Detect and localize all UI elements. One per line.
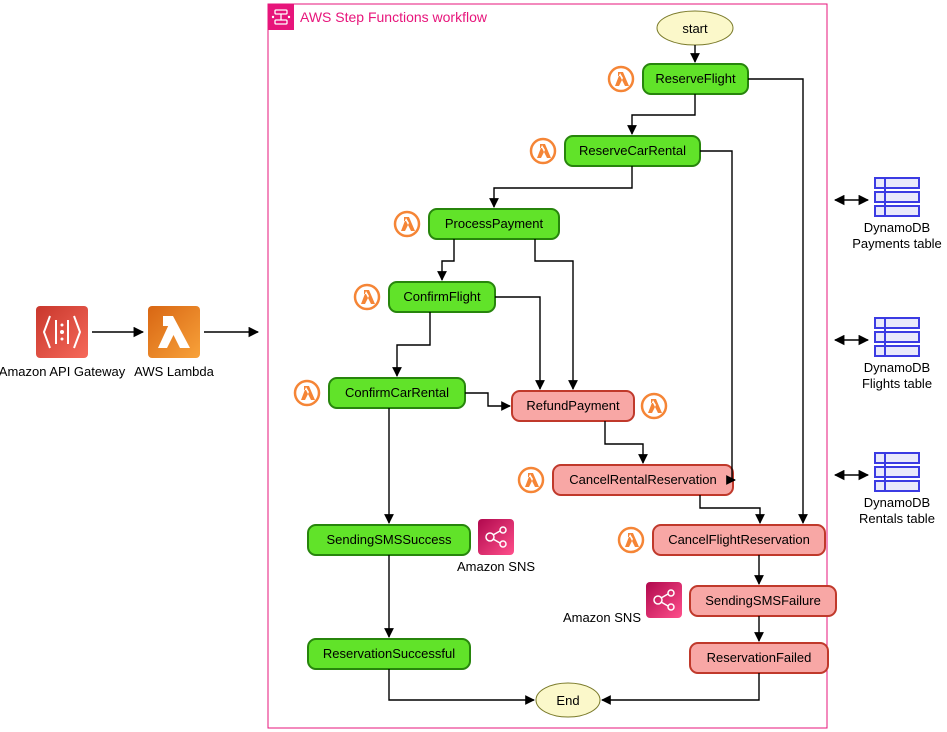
node-sending-sms-failure: SendingSMSFailure [690,586,836,616]
edge-processpayment-confirmflight [442,239,454,280]
sending-sms-success-label: SendingSMSSuccess [326,532,452,547]
edge-confirmflight-refund [495,297,540,389]
edge-reservecar-cancelrental [700,151,735,480]
sns-failure-label: Amazon SNS [563,610,641,625]
edge-resfailed-end [602,673,759,700]
container-title: AWS Step Functions workflow [300,9,488,25]
node-cancel-rental-reservation: CancelRentalReservation [519,465,733,495]
dynamo-payments-icon [875,178,919,216]
dynamo-flights-label1: DynamoDB [864,360,930,375]
dynamo-flights-label2: Flights table [862,376,932,391]
lambda-ring-icon [519,468,543,492]
edge-reserveflight-cancelflight [748,79,803,523]
edge-confirmcar-refund [465,393,510,406]
reserve-flight-label: ReserveFlight [655,71,736,86]
aws-lambda-icon [148,306,200,358]
dynamo-flights-icon [875,318,919,356]
lambda-ring-icon [609,67,633,91]
lambda-ring-icon [395,212,419,236]
end-label: End [556,693,579,708]
lambda-ring-icon [531,139,555,163]
node-reservation-failed: ReservationFailed [690,643,828,673]
cancel-flight-reservation-label: CancelFlightReservation [668,532,810,547]
sending-sms-failure-label: SendingSMSFailure [705,593,821,608]
confirm-flight-label: ConfirmFlight [403,289,481,304]
api-gateway-label: Amazon API Gateway [0,364,126,379]
reservation-successful-label: ReservationSuccessful [323,646,455,661]
sns-success-label: Amazon SNS [457,559,535,574]
lambda-ring-icon [355,285,379,309]
edge-reserveflight-reservecar [632,94,695,134]
api-gateway-icon [36,306,88,358]
lambda-ring-icon [619,528,643,552]
refund-payment-label: RefundPayment [526,398,620,413]
sns-icon [646,582,682,618]
sns-icon [478,519,514,555]
start-label: start [682,21,708,36]
node-refund-payment: RefundPayment [512,391,666,421]
node-cancel-flight-reservation: CancelFlightReservation [619,525,825,555]
step-functions-container [268,4,827,728]
dynamo-rentals-label2: Rentals table [859,511,935,526]
dynamo-payments-label2: Payments table [852,236,942,251]
dynamo-rentals-label1: DynamoDB [864,495,930,510]
cancel-rental-reservation-label: CancelRentalReservation [569,472,716,487]
dynamo-rentals-icon [875,453,919,491]
lambda-ring-icon [295,381,319,405]
edge-refund-cancelrental [605,421,643,463]
node-confirm-flight: ConfirmFlight [355,282,495,312]
node-reserve-flight: ReserveFlight [609,64,748,94]
aws-lambda-label: AWS Lambda [134,364,214,379]
node-reservation-successful: ReservationSuccessful [308,639,470,669]
reservation-failed-label: ReservationFailed [707,650,812,665]
node-reserve-car-rental: ReserveCarRental [531,136,700,166]
confirm-car-rental-label: ConfirmCarRental [345,385,449,400]
edge-ressuccess-end [389,669,534,700]
edge-cancelrental-cancelflight [700,495,760,523]
edge-confirmflight-confirmcar [397,312,430,376]
node-confirm-car-rental: ConfirmCarRental [295,378,465,408]
reserve-car-rental-label: ReserveCarRental [579,143,686,158]
node-process-payment: ProcessPayment [395,209,559,239]
process-payment-label: ProcessPayment [445,216,544,231]
node-sending-sms-success: SendingSMSSuccess [308,525,470,555]
lambda-ring-icon [642,394,666,418]
edge-reservecar-processpayment [494,166,632,207]
dynamo-payments-label1: DynamoDB [864,220,930,235]
